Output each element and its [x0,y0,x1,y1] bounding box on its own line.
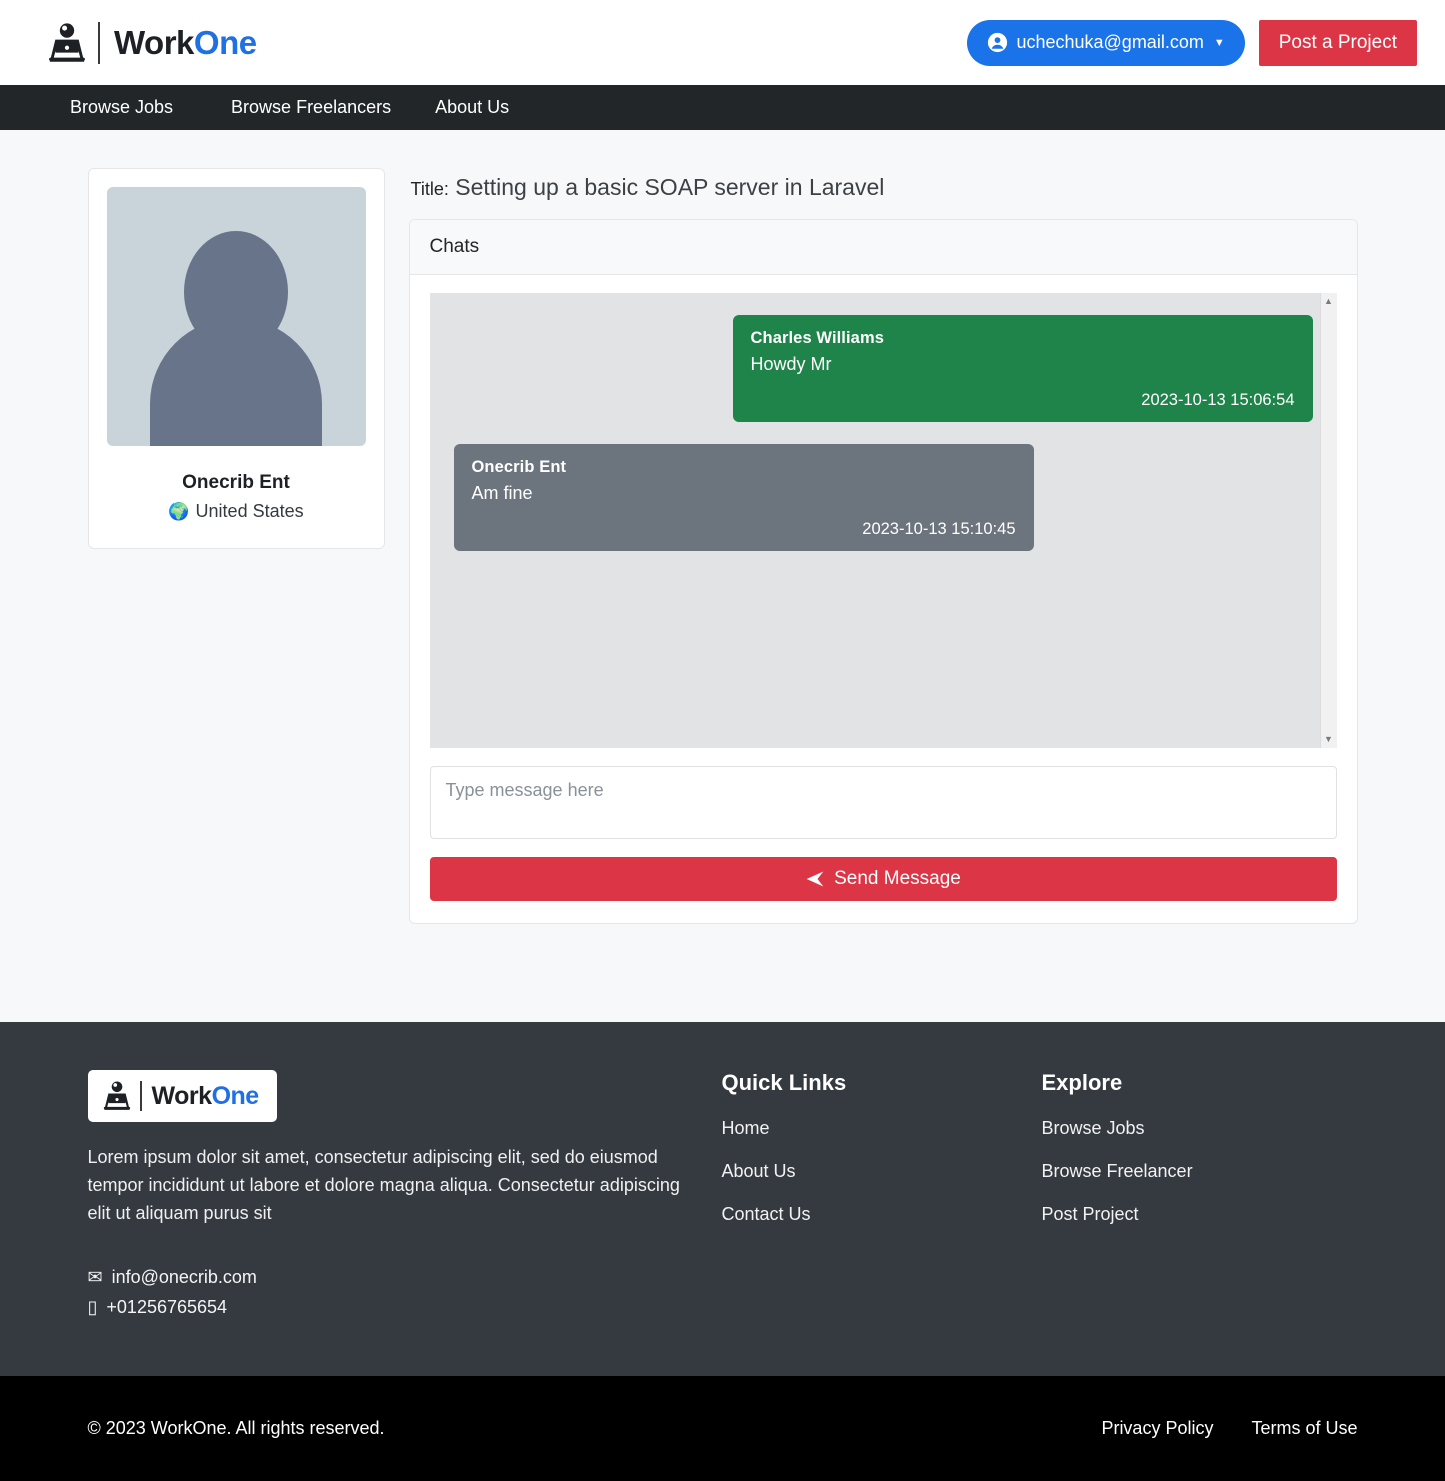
nav-item-about-us[interactable]: About Us [413,85,531,130]
footer-link-about-us[interactable]: About Us [722,1161,1028,1182]
footer-explore-column: Explore Browse Jobs Browse Freelancer Po… [1028,1070,1348,1323]
chat-body-wrapper: Charles Williams Howdy Mr 2023-10-13 15:… [410,275,1357,748]
footer-quick-links-column: Quick Links Home About Us Contact Us [708,1070,1028,1323]
triangle-down-icon[interactable]: ▼ [1324,735,1333,744]
user-circle-icon [987,32,1008,53]
logo-word-primary: Work [152,1082,212,1110]
footer-link-home[interactable]: Home [722,1118,1028,1139]
globe-icon: 🌍 [168,503,189,520]
top-header: WorkOne uchechuka@gmail.com ▼ Post a Pro… [0,0,1445,85]
footer-bottom-bar: © 2023 WorkOne. All rights reserved. Pri… [0,1376,1445,1481]
footer-link-contact-us[interactable]: Contact Us [722,1204,1028,1225]
mobile-phone-icon: ▯ [88,1292,98,1323]
site-footer: WorkOne Lorem ipsum dolor sit amet, cons… [0,1022,1445,1376]
send-message-button[interactable]: Send Message [430,857,1337,901]
project-title-label: Title: [411,179,449,199]
triangle-up-icon[interactable]: ▲ [1324,297,1333,306]
avatar-body-shape [150,318,322,446]
logo-wordmark: WorkOne [114,24,257,62]
footer-contact: ✉ info@onecrib.com ▯ +01256765654 [88,1262,708,1323]
header-actions: uchechuka@gmail.com ▼ Post a Project [967,20,1417,66]
chat-message-outgoing: Charles Williams Howdy Mr 2023-10-13 15:… [733,315,1313,422]
footer-email: info@onecrib.com [112,1262,257,1293]
chat-scrollbar[interactable]: ▲ ▼ [1320,293,1337,748]
footer-logo[interactable]: WorkOne [88,1070,277,1122]
footer-brand-column: WorkOne Lorem ipsum dolor sit amet, cons… [88,1070,708,1323]
nav-item-browse-jobs[interactable]: Browse Jobs [70,85,209,130]
footer-logo-wordmark: WorkOne [152,1082,259,1111]
user-email-label: uchechuka@gmail.com [1016,32,1203,53]
logo-word-primary: Work [114,24,194,61]
chat-panel: Chats Charles Williams Howdy Mr 2023-10-… [409,219,1358,924]
chat-panel-header: Chats [410,220,1357,275]
project-title-value: Setting up a basic SOAP server in Larave… [455,174,884,200]
message-timestamp: 2023-10-13 15:06:54 [751,391,1295,410]
user-menu-button[interactable]: uchechuka@gmail.com ▼ [967,20,1244,66]
site-logo[interactable]: WorkOne [44,20,257,66]
chat-column: Title: Setting up a basic SOAP server in… [409,168,1358,924]
freelancer-profile-card: Onecrib Ent 🌍 United States [88,168,385,549]
footer-explore-title: Explore [1042,1070,1348,1096]
envelope-icon: ✉ [88,1262,103,1293]
footer-email-row[interactable]: ✉ info@onecrib.com [88,1262,708,1293]
freelancer-laptop-icon [44,20,90,66]
profile-country: 🌍 United States [107,501,366,522]
message-text: Am fine [472,483,1016,504]
freelancer-laptop-icon [100,1079,134,1113]
message-input[interactable] [430,766,1337,839]
nav-item-browse-freelancers[interactable]: Browse Freelancers [209,85,413,130]
paper-plane-icon [805,869,825,889]
main-content: Onecrib Ent 🌍 United States Title: Setti… [0,130,1445,1022]
logo-divider [98,22,100,64]
logo-word-accent: One [212,1082,259,1110]
logo-divider [140,1081,142,1111]
footer-quick-links-title: Quick Links [722,1070,1028,1096]
message-timestamp: 2023-10-13 15:10:45 [472,520,1016,539]
footer-description: Lorem ipsum dolor sit amet, consectetur … [88,1144,703,1228]
message-sender: Onecrib Ent [472,458,1016,477]
logo-word-accent: One [194,24,257,61]
message-composer: Send Message [410,748,1357,923]
chevron-down-icon: ▼ [1214,37,1225,49]
footer-phone-row[interactable]: ▯ +01256765654 [88,1292,708,1323]
profile-country-label: United States [196,501,304,522]
footer-link-browse-freelancer[interactable]: Browse Freelancer [1042,1161,1348,1182]
post-a-project-button[interactable]: Post a Project [1259,20,1417,66]
default-user-avatar [107,187,366,446]
project-title: Title: Setting up a basic SOAP server in… [411,174,1358,201]
send-message-label: Send Message [834,868,961,890]
footer-link-post-project[interactable]: Post Project [1042,1204,1348,1225]
message-text: Howdy Mr [751,354,1295,375]
footer-phone: +01256765654 [106,1292,227,1323]
chat-message-list[interactable]: Charles Williams Howdy Mr 2023-10-13 15:… [430,293,1337,748]
content-container: Onecrib Ent 🌍 United States Title: Setti… [88,168,1358,924]
message-sender: Charles Williams [751,329,1295,348]
chat-message-incoming: Onecrib Ent Am fine 2023-10-13 15:10:45 [454,444,1034,551]
footer-link-browse-jobs[interactable]: Browse Jobs [1042,1118,1348,1139]
profile-name: Onecrib Ent [107,472,366,494]
footer-container: WorkOne Lorem ipsum dolor sit amet, cons… [88,1070,1358,1323]
main-nav: Browse Jobs Browse Freelancers About Us [0,85,1445,130]
